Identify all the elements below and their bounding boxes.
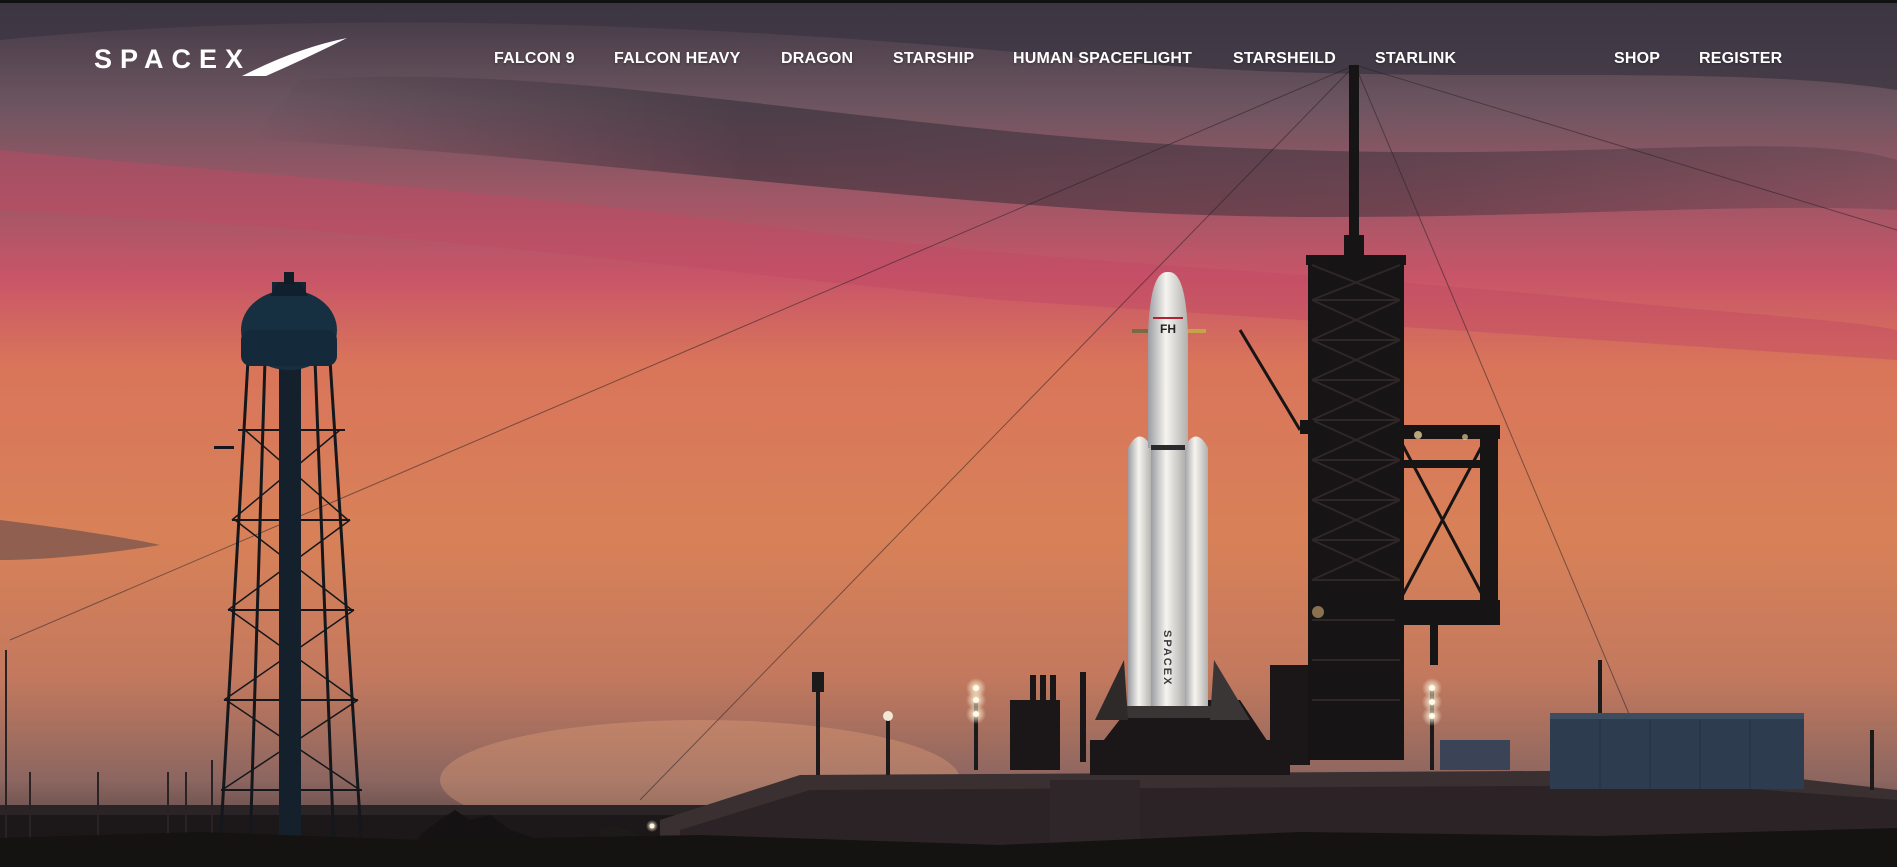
launch-pad-background-image: FH SPACEX bbox=[0, 0, 1897, 867]
top-edge-bar bbox=[0, 0, 1897, 3]
main-nav: FALCON 9 FALCON HEAVY DRAGON STARSHIP HU… bbox=[0, 50, 1897, 74]
nav-dragon[interactable]: DRAGON bbox=[781, 50, 853, 68]
nav-falcon-heavy[interactable]: FALCON HEAVY bbox=[614, 50, 741, 68]
nav-shop[interactable]: SHOP bbox=[1614, 50, 1660, 68]
nav-falcon-9[interactable]: FALCON 9 bbox=[494, 50, 575, 68]
hero-section: FH SPACEX SPACEX FALCON 9 FALCON HEAVY D… bbox=[0, 0, 1897, 867]
nav-starlink[interactable]: STARLINK bbox=[1375, 50, 1456, 68]
svg-text:FH: FH bbox=[1160, 322, 1176, 336]
nav-human-spaceflight[interactable]: HUMAN SPACEFLIGHT bbox=[1013, 50, 1192, 68]
nav-starsheild[interactable]: STARSHEILD bbox=[1233, 50, 1336, 68]
svg-text:SPACEX: SPACEX bbox=[1161, 630, 1173, 686]
nav-starship[interactable]: STARSHIP bbox=[893, 50, 974, 68]
nav-register[interactable]: REGISTER bbox=[1699, 50, 1782, 68]
